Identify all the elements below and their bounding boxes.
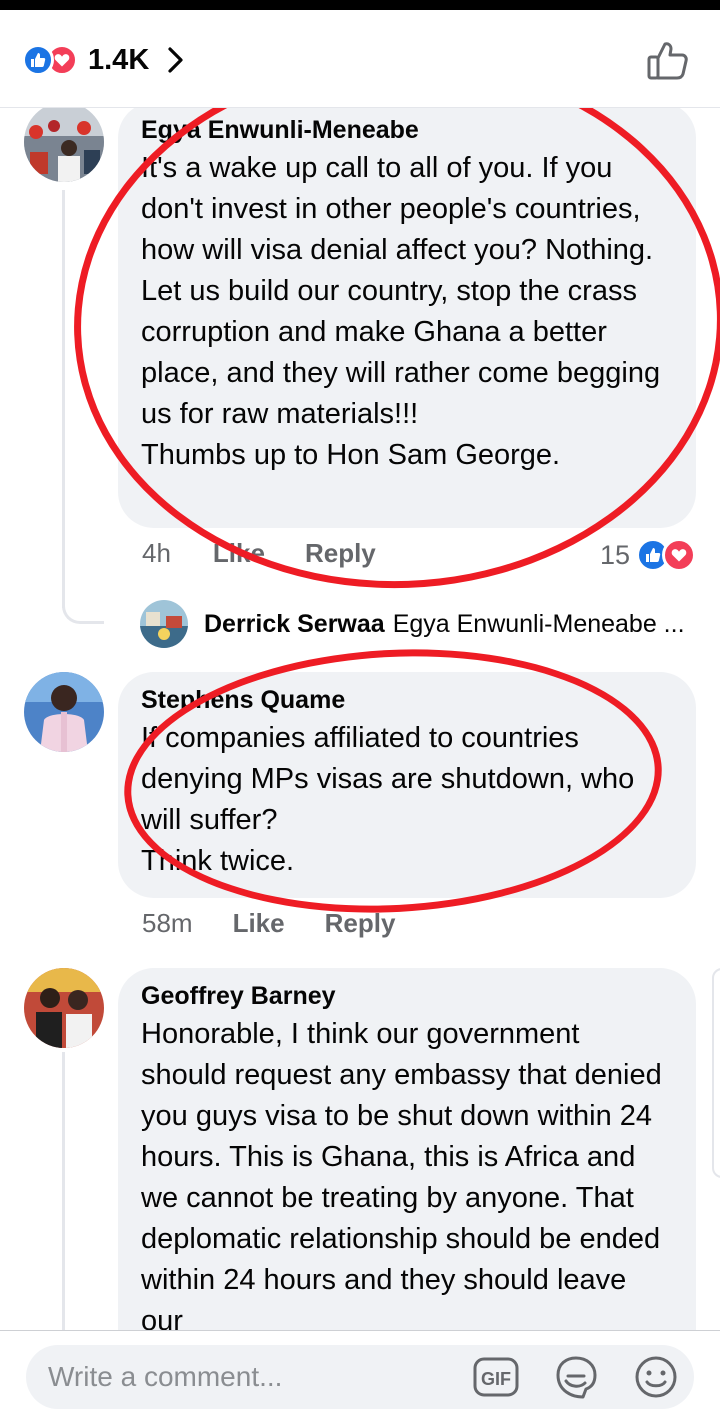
comment-reaction-badge[interactable]: 15	[600, 538, 696, 572]
love-icon	[662, 538, 696, 572]
gif-button[interactable]: GIF	[472, 1353, 520, 1401]
status-bar	[0, 0, 720, 10]
comment-actions: 58m Like Reply	[142, 908, 395, 939]
comment-list[interactable]: Egya Enwunli-Meneabe It's a wake up call…	[0, 108, 720, 1330]
reply-button[interactable]: Reply	[305, 538, 376, 569]
reply-preview[interactable]: Derrick Serwaa Egya Enwunli-Meneabe ...	[140, 600, 685, 648]
emoji-button[interactable]	[632, 1353, 680, 1401]
reaction-summary[interactable]: 1.4K	[22, 40, 185, 80]
comment-text: If companies affiliated to countries den…	[141, 722, 635, 877]
like-button[interactable]: Like	[233, 908, 285, 939]
comment-bubble[interactable]: Geoffrey Barney Honorable, I think our g…	[118, 968, 696, 1330]
reply-author[interactable]: Derrick Serwaa	[204, 610, 385, 639]
chevron-right-icon	[167, 46, 185, 74]
gif-label: GIF	[481, 1369, 511, 1389]
emoji-icon	[635, 1356, 677, 1398]
reply-button[interactable]: Reply	[325, 908, 396, 939]
comment-text: It's a wake up call to all of you. If yo…	[141, 152, 661, 471]
thread-connector	[62, 588, 104, 624]
comment-reaction-count: 15	[599, 539, 630, 570]
comment-input[interactable]	[48, 1345, 468, 1409]
scroll-indicator[interactable]	[712, 968, 720, 1178]
reaction-count: 1.4K	[88, 43, 150, 76]
comment-text: Honorable, I think our government should…	[141, 1018, 662, 1330]
thread-line	[62, 190, 65, 608]
sticker-button[interactable]	[552, 1353, 600, 1401]
avatar[interactable]	[140, 600, 188, 648]
comment-composer: GIF	[0, 1330, 720, 1421]
gif-icon: GIF	[473, 1357, 519, 1397]
avatar[interactable]	[24, 968, 104, 1048]
comment-bubble[interactable]: Stephens Quame If companies affiliated t…	[118, 672, 696, 898]
comment-author[interactable]: Egya Enwunli-Meneabe	[141, 112, 672, 148]
thumbs-up-icon	[647, 42, 688, 80]
like-post-button[interactable]	[646, 38, 690, 82]
avatar[interactable]	[24, 108, 104, 182]
sticker-icon	[556, 1356, 597, 1399]
comment-author[interactable]: Geoffrey Barney	[141, 978, 672, 1014]
comment-bubble[interactable]: Egya Enwunli-Meneabe It's a wake up call…	[118, 108, 696, 528]
comment-author[interactable]: Stephens Quame	[141, 682, 672, 718]
comment-input-container[interactable]: GIF	[26, 1345, 694, 1409]
reply-preview-text: Egya Enwunli-Meneabe ...	[392, 609, 685, 638]
reactions-header: 1.4K	[0, 10, 720, 108]
like-button[interactable]: Like	[213, 538, 265, 569]
like-icon	[22, 44, 54, 76]
avatar[interactable]	[24, 672, 104, 752]
comment-time: 58m	[142, 908, 193, 938]
thread-line	[62, 1052, 65, 1330]
comment-actions: 4h Like Reply	[142, 538, 376, 569]
comment-time: 4h	[142, 538, 171, 568]
